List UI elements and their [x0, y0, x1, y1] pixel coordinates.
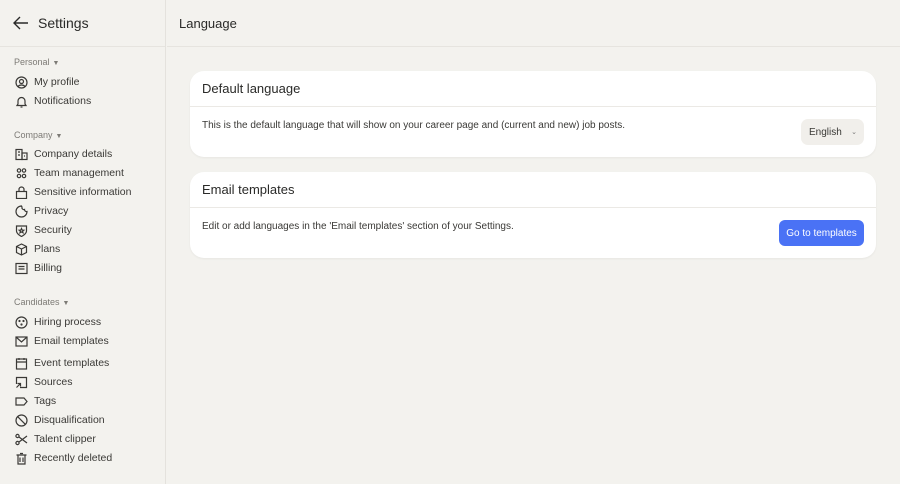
card-title: Email templates [190, 172, 876, 208]
sidebar-item-label: Recently deleted [34, 452, 113, 464]
sidebar-item-label: Notifications [34, 95, 92, 107]
sidebar-item-my-profile[interactable]: My profile [15, 74, 80, 90]
sidebar-header: Settings [0, 0, 165, 47]
sidebar-item-label: Plans [34, 243, 61, 255]
sidebar-item-team-management[interactable]: Team management [15, 165, 124, 181]
sidebar-item-label: Hiring process [34, 316, 102, 328]
card-description: Edit or add languages in the 'Email temp… [202, 221, 514, 232]
sidebar-item-disqualification[interactable]: Disqualification [15, 412, 105, 428]
sidebar: Settings Personal ▼ My profile Notification… [0, 0, 166, 484]
section-label: Company [14, 130, 53, 140]
sidebar-item-hiring-process[interactable]: Hiring process [15, 314, 101, 330]
sidebar-item-label: Event templates [34, 357, 110, 369]
sidebar-item-label: Disqualification [34, 414, 105, 426]
sidebar-title: Settings [38, 15, 89, 31]
sidebar-item-security[interactable]: Security [15, 222, 72, 238]
trash-icon [16, 452, 27, 465]
sidebar-item-label: Sources [34, 376, 73, 388]
section-candidates-toggle[interactable]: Candidates ▼ [14, 297, 69, 307]
shield-icon [15, 224, 28, 237]
receipt-icon [15, 262, 28, 274]
section-label: Personal [14, 57, 50, 67]
sidebar-item-label: Billing [34, 262, 63, 274]
cookie-icon [15, 204, 28, 218]
sidebar-item-email-templates[interactable]: Email templates [15, 333, 109, 349]
caret-down-icon: ▼ [55, 133, 63, 140]
sidebar-item-label: Talent clipper [34, 433, 96, 445]
scissors-icon [15, 433, 28, 445]
sidebar-item-label: Team management [34, 167, 124, 179]
sidebar-item-company-details[interactable]: Company details [15, 146, 112, 162]
sidebar-item-sources[interactable]: Sources [15, 374, 73, 390]
section-company-toggle[interactable]: Company ▼ [14, 130, 62, 140]
caret-down-icon: ▼ [52, 60, 60, 67]
sidebar-item-privacy[interactable]: Privacy [15, 203, 68, 219]
envelope-icon [15, 335, 28, 347]
chevron-down-icon: ⌄ [851, 129, 857, 136]
sidebar-item-recently-deleted[interactable]: Recently deleted [15, 450, 112, 466]
lock-icon [15, 185, 28, 199]
tag-icon [15, 396, 28, 406]
main-content: Language Default language This is the de… [167, 0, 900, 484]
language-select[interactable]: English ⌄ [801, 119, 864, 145]
sidebar-item-notifications[interactable]: Notifications [15, 93, 91, 109]
box-icon [15, 242, 28, 256]
page-title: Language [167, 0, 900, 47]
sidebar-item-plans[interactable]: Plans [15, 241, 60, 257]
team-icon [16, 167, 27, 178]
building-icon [15, 148, 28, 160]
go-to-templates-button[interactable]: Go to templates [779, 220, 864, 246]
ban-icon [15, 413, 28, 427]
section-label: Candidates [14, 297, 60, 307]
card-description: This is the default language that will s… [202, 120, 626, 131]
sidebar-item-label: Tags [34, 395, 57, 407]
sidebar-item-billing[interactable]: Billing [15, 260, 62, 276]
sidebar-item-tags[interactable]: Tags [15, 393, 56, 409]
sidebar-item-label: Security [34, 224, 72, 236]
sidebar-item-event-templates[interactable]: Event templates [15, 355, 109, 371]
bell-icon [15, 96, 28, 108]
source-icon [15, 376, 28, 388]
process-icon [15, 315, 28, 329]
sidebar-item-label: Company details [34, 148, 113, 160]
calendar-icon [15, 357, 28, 370]
default-language-card: Default language This is the default lan… [190, 71, 876, 157]
sidebar-item-label: Privacy [34, 205, 69, 217]
sidebar-item-label: My profile [34, 76, 80, 88]
email-templates-card: Email templates Edit or add languages in… [190, 172, 876, 258]
sidebar-item-label: Sensitive information [34, 186, 132, 198]
card-title: Default language [190, 71, 876, 107]
sidebar-item-sensitive-information[interactable]: Sensitive information [15, 184, 131, 200]
language-select-value: English [809, 126, 842, 138]
sidebar-item-label: Email templates [34, 335, 109, 347]
section-personal-toggle[interactable]: Personal ▼ [14, 57, 59, 67]
caret-down-icon: ▼ [62, 300, 70, 307]
back-arrow-icon[interactable] [13, 16, 29, 30]
sidebar-item-talent-clipper[interactable]: Talent clipper [15, 431, 96, 447]
user-circle-icon [15, 75, 28, 89]
